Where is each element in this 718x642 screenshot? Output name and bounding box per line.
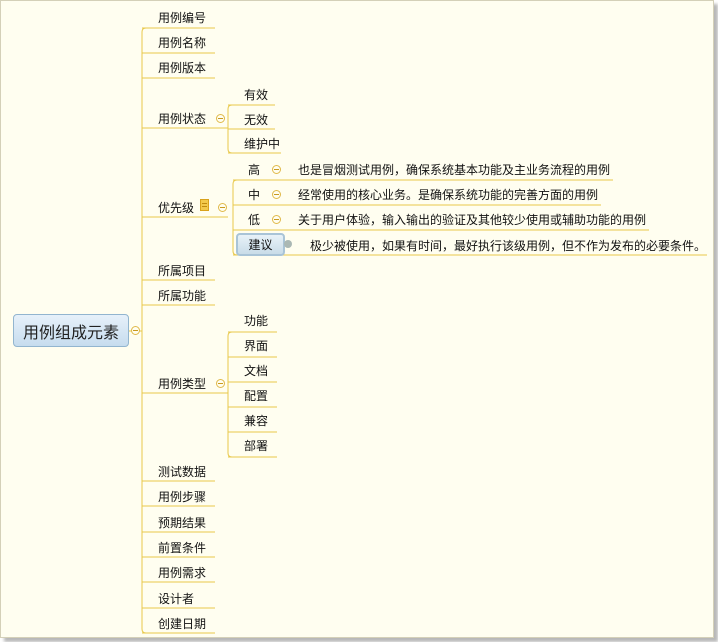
collapse-type-icon[interactable] <box>216 379 225 388</box>
collapse-priority-icon[interactable] <box>218 203 227 212</box>
type-function[interactable]: 功能 <box>244 314 268 328</box>
branch-case-version[interactable]: 用例版本 <box>158 61 206 75</box>
status-invalid[interactable]: 无效 <box>244 113 268 127</box>
type-config[interactable]: 配置 <box>244 389 268 403</box>
type-compatibility[interactable]: 兼容 <box>244 414 268 428</box>
collapse-high-icon[interactable] <box>272 165 281 174</box>
priority-suggest-desc[interactable]: 极少被使用，如果有时间，最好执行该级用例，但不作为发布的必要条件。 <box>310 239 706 253</box>
root-node[interactable]: 用例组成元素 <box>13 314 129 347</box>
branch-designer[interactable]: 设计者 <box>158 592 194 606</box>
branch-case-status[interactable]: 用例状态 <box>158 112 206 126</box>
branch-function[interactable]: 所属功能 <box>158 289 206 303</box>
mindmap-canvas: 用例组成元素 用例编号 用例名称 用例版本 用例状态 优先级 所属项目 所属功能… <box>0 0 714 638</box>
priority-medium-desc[interactable]: 经常使用的核心业务。是确保系统功能的完善方面的用例 <box>298 188 598 202</box>
type-deployment[interactable]: 部署 <box>244 439 268 453</box>
branch-case-steps[interactable]: 用例步骤 <box>158 490 206 504</box>
branch-case-type[interactable]: 用例类型 <box>158 377 206 391</box>
priority-high-desc[interactable]: 也是冒烟测试用例，确保系统基本功能及主业务流程的用例 <box>298 163 610 177</box>
branch-priority[interactable]: 优先级 <box>158 201 194 215</box>
status-valid[interactable]: 有效 <box>244 88 268 102</box>
priority-suggest[interactable]: 建议 <box>236 233 285 256</box>
branch-case-id[interactable]: 用例编号 <box>158 11 206 25</box>
branch-test-data[interactable]: 测试数据 <box>158 465 206 479</box>
collapse-root-icon[interactable] <box>131 326 140 335</box>
branch-case-requirement[interactable]: 用例需求 <box>158 566 206 580</box>
status-maintenance[interactable]: 维护中 <box>244 137 280 151</box>
collapse-low-icon[interactable] <box>272 215 281 224</box>
branch-created-date[interactable]: 创建日期 <box>158 617 206 631</box>
collapse-medium-icon[interactable] <box>272 190 281 199</box>
priority-high[interactable]: 高 <box>248 163 260 177</box>
branch-project[interactable]: 所属项目 <box>158 264 206 278</box>
note-icon[interactable] <box>200 199 209 211</box>
branch-case-name[interactable]: 用例名称 <box>158 36 206 50</box>
type-interface[interactable]: 界面 <box>244 339 268 353</box>
dot-marker-icon <box>284 240 292 248</box>
branch-expected-result[interactable]: 预期结果 <box>158 516 206 530</box>
type-document[interactable]: 文档 <box>244 364 268 378</box>
branch-precondition[interactable]: 前置条件 <box>158 541 206 555</box>
priority-low-desc[interactable]: 关于用户体验，输入输出的验证及其他较少使用或辅助功能的用例 <box>298 213 646 227</box>
priority-medium[interactable]: 中 <box>248 188 260 202</box>
priority-low[interactable]: 低 <box>248 213 260 227</box>
collapse-status-icon[interactable] <box>216 114 225 123</box>
